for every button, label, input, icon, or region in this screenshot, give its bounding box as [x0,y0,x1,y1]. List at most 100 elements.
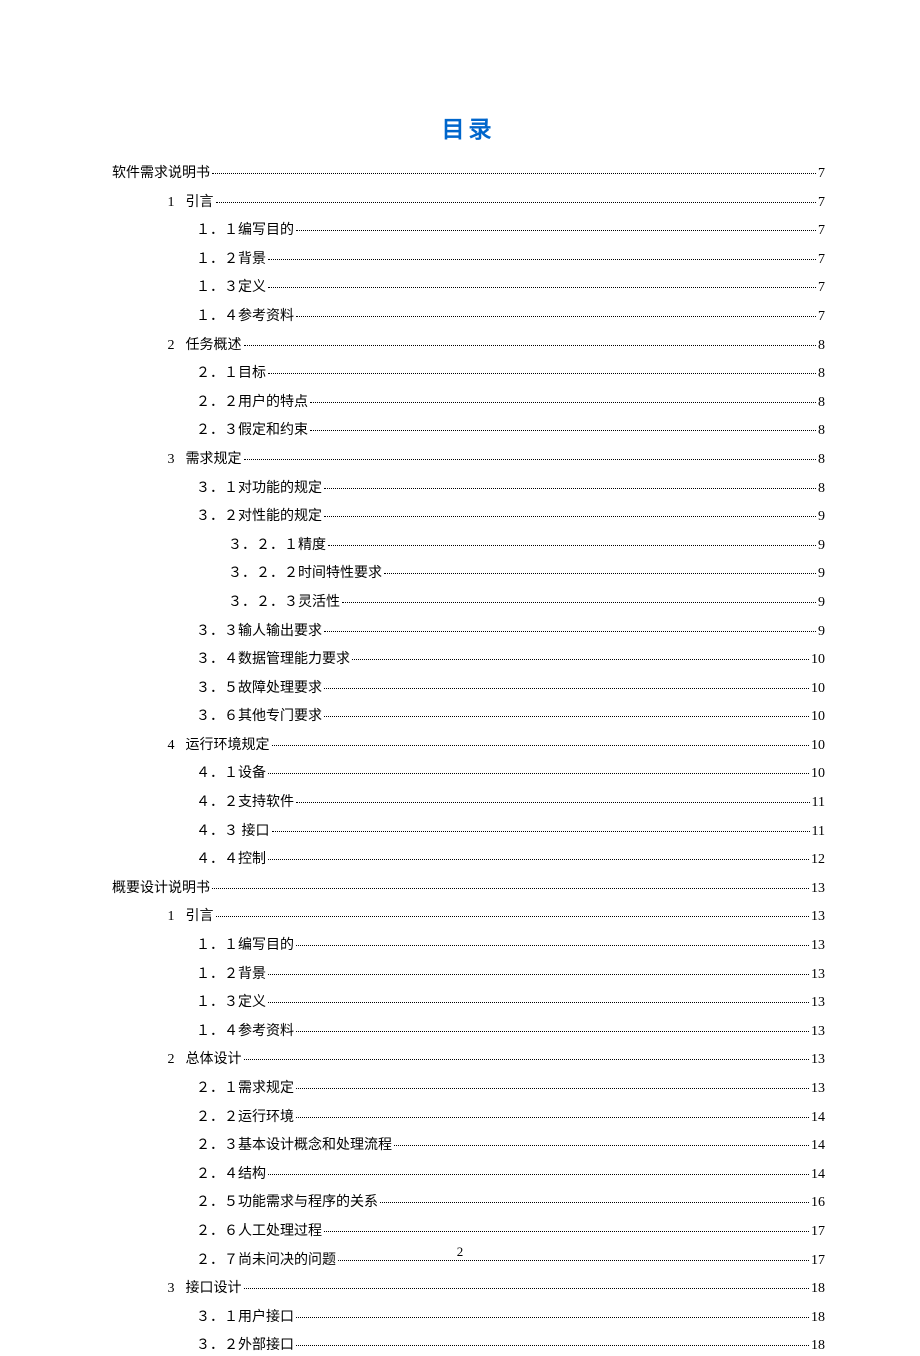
toc-entry[interactable]: ２．１需求规定13 [112,1079,825,1099]
toc-entry[interactable]: ３．２．３灵活性9 [112,593,825,613]
toc-page: 10 [811,650,825,670]
toc-page: 9 [818,536,825,556]
toc-entry[interactable]: １．２背景7 [112,250,825,270]
toc-title: 目录 [112,110,825,144]
toc-label-text: ２．１需求规定 [196,1081,294,1096]
toc-entry[interactable]: ２．１目标8 [112,364,825,384]
toc-entry[interactable]: 2 总体设计13 [112,1050,825,1070]
toc-entry[interactable]: ２．２用户的特点8 [112,393,825,413]
toc-page: 8 [818,364,825,384]
toc-label-text: ３．３输人输出要求 [196,624,322,639]
toc-label: ３．３输人输出要求 [196,622,322,642]
toc-page: 9 [818,622,825,642]
toc-entry[interactable]: ２．６人工处理过程 17 [112,1222,825,1242]
toc-label: １．２背景 [196,250,266,270]
toc-label: 3 需求规定 [160,450,242,470]
toc-entry[interactable]: ３．２．１精度 9 [112,536,825,556]
toc-label-text: 需求规定 [186,452,242,467]
toc-page: 13 [811,907,825,927]
toc-entry[interactable]: 1 引言7 [112,193,825,213]
toc-entry[interactable]: ３．２外部接口18 [112,1336,825,1356]
toc-leader-dots [380,1202,809,1203]
toc-label: １．２背景 [196,965,266,985]
toc-page: 14 [811,1108,825,1128]
toc-entry[interactable]: ４．２支持软件11 [112,793,825,813]
toc-entry[interactable]: 概要设计说明书13 [112,879,825,899]
toc-entry[interactable]: ３．１用户接口18 [112,1308,825,1328]
toc-entry[interactable]: 3 接口设计18 [112,1279,825,1299]
toc-page: 11 [812,822,825,842]
toc-entry[interactable]: ４．３ 接口 11 [112,822,825,842]
toc-label: ３．２．２时间特性要求 [228,564,382,584]
toc-label: ４．１设备 [196,764,266,784]
toc-page: 14 [811,1136,825,1156]
toc-entry[interactable]: ２．３基本设计概念和处理流程 14 [112,1136,825,1156]
toc-entry[interactable]: １．１编写目的13 [112,936,825,956]
toc-label: 1 引言 [160,907,214,927]
toc-leader-dots [342,602,816,603]
toc-label: １．１编写目的 [196,221,294,241]
toc-entry[interactable]: ４．４控制12 [112,850,825,870]
toc-leader-dots [328,545,816,546]
toc-entry[interactable]: １．４参考资料7 [112,307,825,327]
toc-leader-dots [324,716,809,717]
toc-label: 3 接口设计 [160,1279,242,1299]
toc-entry[interactable]: ２．５功能需求与程序的关系16 [112,1193,825,1213]
toc-label: ２．２用户的特点 [196,393,308,413]
toc-label-text: ２．６人工处理过程 [196,1224,322,1239]
toc-label: ３．４数据管理能力要求 [196,650,350,670]
toc-page: 13 [811,965,825,985]
toc-leader-dots [324,1231,809,1232]
toc-page: 10 [811,707,825,727]
toc-page: 8 [818,479,825,499]
toc-page: 7 [818,278,825,298]
toc-entry[interactable]: 3 需求规定8 [112,450,825,470]
toc-label: ３．２．３灵活性 [228,593,340,613]
toc-entry[interactable]: 4 运行环境规定 10 [112,736,825,756]
toc-entry[interactable]: ３．５故障处理要求10 [112,679,825,699]
toc-page: 10 [811,736,825,756]
toc-entry[interactable]: ４．１设备10 [112,764,825,784]
toc-label-text: １．２背景 [196,967,266,982]
toc-page: 14 [811,1165,825,1185]
toc-entry[interactable]: ３．３输人输出要求 9 [112,622,825,642]
toc-entry[interactable]: １．３定义13 [112,993,825,1013]
toc-label-text: 概要设计说明书 [112,881,210,896]
toc-entry[interactable]: １．３定义7 [112,278,825,298]
toc-label: 软件需求说明书 [112,164,210,184]
toc-page: 7 [818,307,825,327]
toc-label-text: ２．２用户的特点 [196,395,308,410]
toc-entry[interactable]: ２．３假定和约束8 [112,421,825,441]
toc-label-text: ４．３ 接口 [196,824,270,839]
toc-entry[interactable]: 2 任务概述8 [112,336,825,356]
toc-label: 4 运行环境规定 [160,736,270,756]
toc-page: 17 [811,1222,825,1242]
toc-entry[interactable]: １．４参考资料13 [112,1022,825,1042]
toc-page: 12 [811,850,825,870]
toc-entry[interactable]: ３．２对性能的规定9 [112,507,825,527]
toc-label: ４．２支持软件 [196,793,294,813]
toc-leader-dots [268,1002,809,1003]
toc-page: 18 [811,1336,825,1356]
toc-label: ２．３基本设计概念和处理流程 [196,1136,392,1156]
toc-entry[interactable]: 软件需求说明书 7 [112,164,825,184]
toc-leader-dots [394,1145,809,1146]
toc-entry[interactable]: ３．４数据管理能力要求 10 [112,650,825,670]
page-number: 2 [0,1244,920,1260]
toc-page: 13 [811,1050,825,1070]
toc-label: １．１编写目的 [196,936,294,956]
toc-entry[interactable]: ３．６其他专门要求10 [112,707,825,727]
toc-label-text: 引言 [186,195,214,210]
toc-page: 7 [818,164,825,184]
toc-entry[interactable]: １．２背景 13 [112,965,825,985]
toc-entry[interactable]: ３．１对功能的规定8 [112,479,825,499]
toc-entry[interactable]: ２．２运行环境14 [112,1108,825,1128]
toc-label-text: 任务概述 [186,338,242,353]
toc-entry[interactable]: ２．４结构14 [112,1165,825,1185]
toc-entry[interactable]: ３．２．２时间特性要求9 [112,564,825,584]
toc-label-text: ３．２．３灵活性 [228,595,340,610]
toc-leader-dots [272,745,810,746]
toc-label-text: ３．２．１精度 [228,538,326,553]
toc-entry[interactable]: １．１编写目的7 [112,221,825,241]
toc-entry[interactable]: 1 引言 13 [112,907,825,927]
